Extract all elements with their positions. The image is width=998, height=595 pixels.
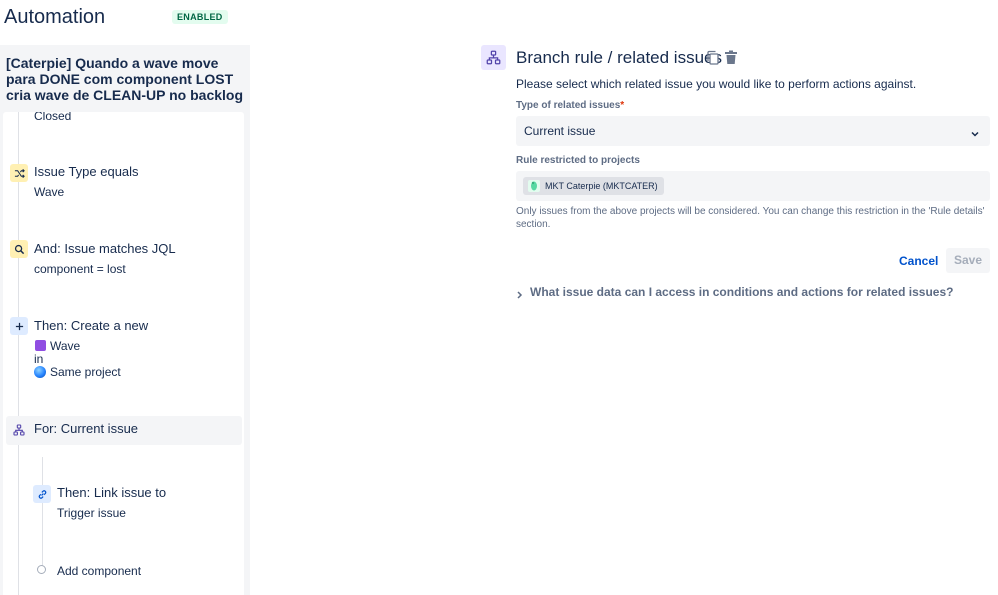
flow-line bbox=[18, 112, 19, 595]
save-button[interactable]: Save bbox=[946, 248, 990, 273]
cancel-button[interactable]: Cancel bbox=[894, 249, 943, 273]
select-value: Current issue bbox=[524, 124, 596, 138]
branch-icon bbox=[10, 421, 28, 439]
project-avatar-icon bbox=[528, 180, 540, 192]
rule-sidebar: [Caterpie] Quando a wave move para DONE … bbox=[0, 45, 250, 595]
search-icon bbox=[10, 240, 28, 258]
action-create-project: Same project bbox=[50, 365, 121, 379]
chevron-right-icon bbox=[515, 287, 524, 305]
action-link-value: Trigger issue bbox=[57, 506, 126, 520]
panel-description: Please select which related issue you wo… bbox=[516, 77, 917, 91]
chevron-down-icon bbox=[970, 126, 980, 144]
type-field-label: Type of related issues* bbox=[516, 100, 625, 111]
project-globe-icon bbox=[34, 366, 46, 378]
previous-component-value[interactable]: Closed bbox=[34, 112, 71, 123]
branch-icon bbox=[481, 45, 506, 70]
link-icon bbox=[33, 485, 51, 503]
plus-icon bbox=[10, 317, 28, 335]
condition-jql-value: component = lost bbox=[34, 262, 126, 276]
project-tag: MKT Caterpie (MKTCATER) bbox=[523, 177, 664, 195]
condition-issue-type-value: Wave bbox=[34, 185, 65, 199]
branch-title: For: Current issue bbox=[34, 421, 139, 436]
copy-icon[interactable] bbox=[706, 50, 720, 70]
action-link-title[interactable]: Then: Link issue to bbox=[57, 485, 166, 500]
shuffle-icon bbox=[10, 164, 28, 182]
status-badge: ENABLED bbox=[172, 10, 228, 24]
rule-name: [Caterpie] Quando a wave move para DONE … bbox=[6, 55, 244, 103]
branch-flow-line bbox=[42, 457, 43, 569]
wave-issue-type-icon bbox=[35, 340, 46, 351]
add-component-link[interactable]: Add component bbox=[57, 564, 141, 578]
page-title: Automation bbox=[4, 6, 106, 28]
helper-text: Only issues from the above projects will… bbox=[516, 206, 985, 230]
action-create-issue-type: Wave bbox=[50, 339, 81, 353]
required-indicator: * bbox=[620, 100, 625, 111]
action-create-title[interactable]: Then: Create a new bbox=[34, 318, 148, 333]
condition-jql-title[interactable]: And: Issue matches JQL bbox=[34, 241, 176, 256]
related-issue-type-select[interactable]: Current issue bbox=[516, 116, 990, 146]
projects-field: MKT Caterpie (MKTCATER) bbox=[516, 171, 990, 201]
rule-components-list[interactable]: Closed Issue Type equals Wave And: Issue… bbox=[3, 112, 244, 595]
condition-issue-type-title[interactable]: Issue Type equals bbox=[34, 164, 139, 179]
branch-component-selected[interactable]: For: Current issue bbox=[6, 416, 242, 445]
action-create-in-label: in bbox=[34, 352, 44, 366]
add-component-dot bbox=[37, 565, 46, 574]
panel-title: Branch rule / related issues bbox=[516, 48, 722, 67]
faq-text: What issue data can I access in conditio… bbox=[530, 285, 954, 299]
projects-field-label: Rule restricted to projects bbox=[516, 155, 640, 166]
trash-icon[interactable] bbox=[724, 50, 738, 70]
